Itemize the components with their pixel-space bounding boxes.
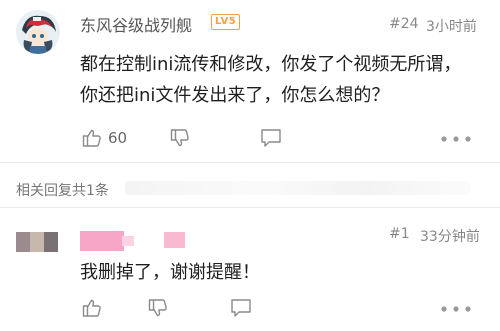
reply-timestamp: 33分钟前	[420, 229, 480, 245]
commenter-avatar[interactable]	[16, 10, 60, 54]
more-dots-icon[interactable]	[440, 136, 472, 142]
reply-bubble-icon[interactable]	[230, 298, 252, 318]
reply-divider	[0, 207, 500, 208]
reply-username-redacted[interactable]	[80, 231, 124, 251]
floor-number: #24	[389, 16, 419, 32]
reply-avatar[interactable]	[16, 232, 58, 252]
commenter-username[interactable]: 东风谷级战列舰	[80, 12, 192, 36]
reply-text: 我删掉了，谢谢提醒！	[80, 262, 260, 283]
thumbs-up-icon[interactable]	[82, 128, 102, 148]
reply-more-dots-icon[interactable]	[440, 306, 472, 312]
comment-text: 都在控制ini流传和修改，你发了个视频无所谓， 你还把ini文件发出来了，你怎么…	[80, 54, 462, 106]
reply-thumbs-down-icon[interactable]	[148, 298, 168, 318]
comment-timestamp: 3小时前	[426, 19, 477, 35]
reply-floor-number: #1	[389, 226, 410, 242]
blurred-reply-preview	[125, 181, 470, 195]
level-badge: LV5	[211, 14, 241, 30]
related-replies-label[interactable]: 相关回复共1条	[16, 180, 109, 200]
reply-level-badge-redacted	[164, 232, 185, 248]
reply-bubble-icon[interactable]	[260, 128, 282, 148]
reply-thumbs-up-icon[interactable]	[82, 298, 102, 318]
section-divider	[0, 162, 500, 163]
like-count: 60	[108, 129, 128, 147]
thumbs-down-icon[interactable]	[170, 128, 190, 148]
reply-username-redacted-tail	[122, 236, 134, 246]
